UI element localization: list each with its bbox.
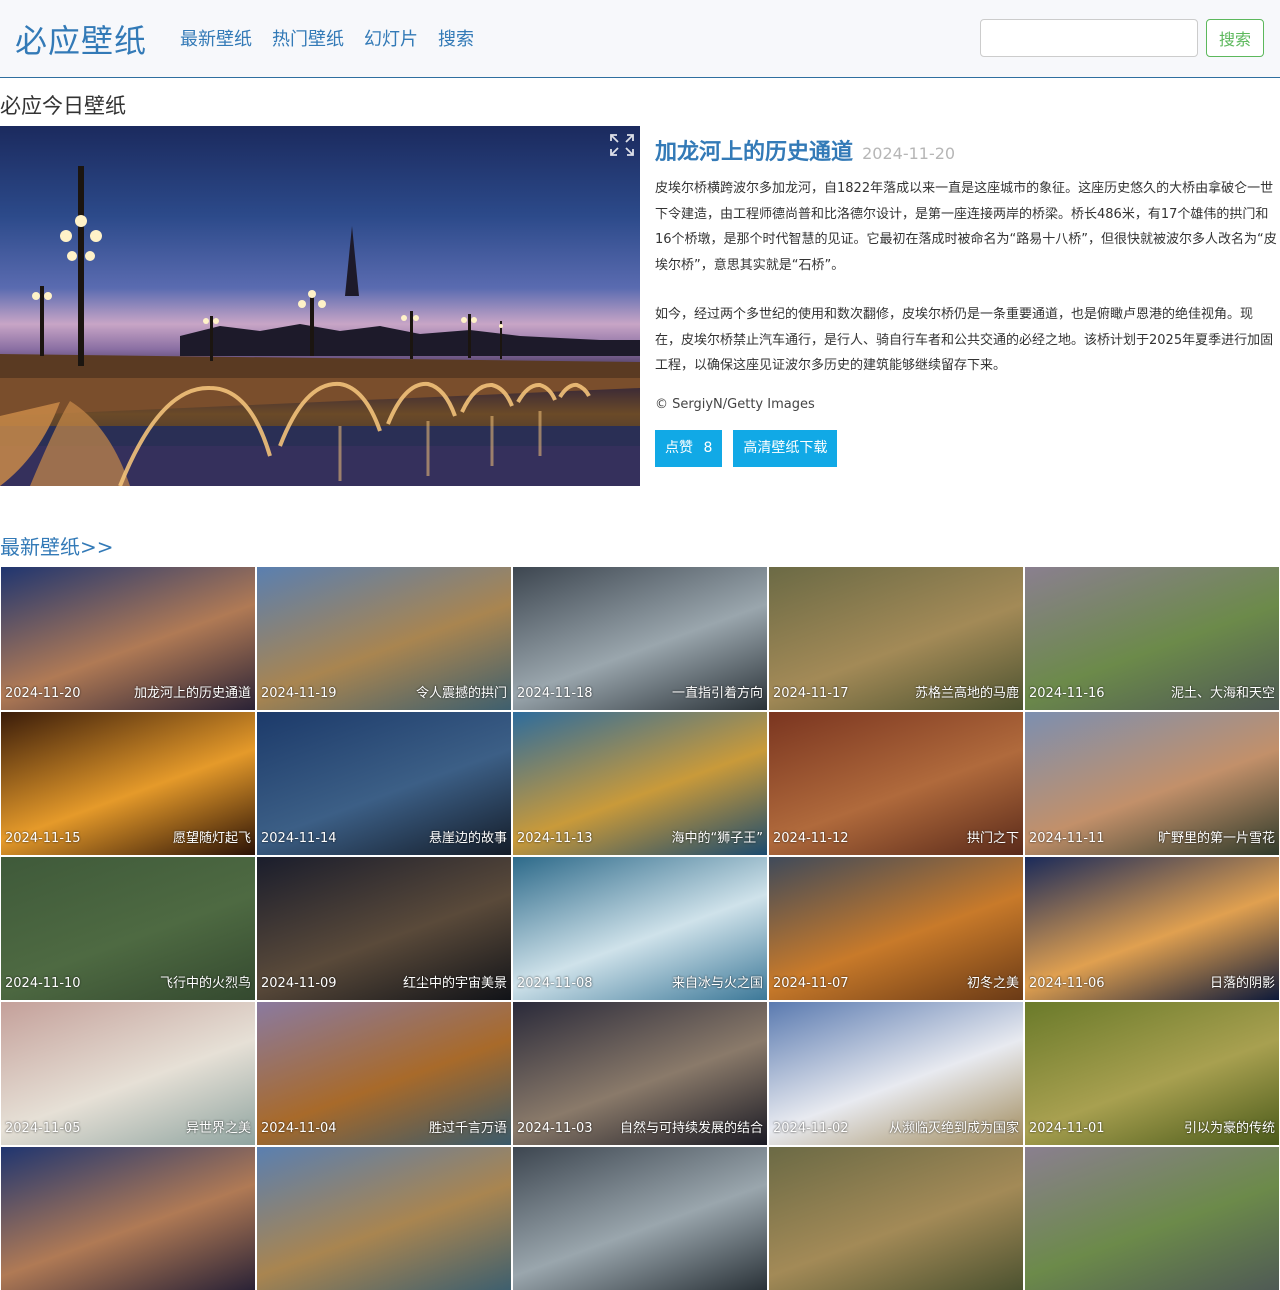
nav-link-popular[interactable]: 热门壁纸	[272, 25, 344, 51]
tile-date: 2024-11-14	[261, 831, 337, 846]
tile-date: 2024-11-16	[1029, 686, 1105, 701]
tile-title[interactable]: 海中的“狮子王”	[672, 827, 763, 846]
wallpaper-tile[interactable]	[257, 1147, 511, 1290]
tile-title[interactable]: 一直指引着方向	[672, 682, 763, 701]
brand-logo[interactable]: 必应壁纸	[15, 16, 147, 62]
tile-title[interactable]: 来自冰与火之国	[672, 972, 763, 991]
wallpaper-grid: 2024-11-20 加龙河上的历史通道 2024-11-19 令人震撼的拱门 2024…	[0, 567, 1280, 1290]
hd-download-button[interactable]: 高清壁纸下载	[733, 429, 838, 467]
like-label: 点赞	[665, 439, 693, 456]
feature-heading: 加龙河上的历史通道 2024-11-20	[655, 134, 1277, 166]
tile-title[interactable]: 愿望随灯起飞	[173, 827, 251, 846]
tile-title[interactable]: 初冬之美	[967, 972, 1019, 991]
tile-title[interactable]: 拱门之下	[967, 827, 1019, 846]
today-section-title: 必应今日壁纸	[0, 94, 126, 118]
tile-title[interactable]: 苏格兰高地的马鹿	[915, 682, 1019, 701]
feature-details: 加龙河上的历史通道 2024-11-20 皮埃尔桥横跨波尔多加龙河，自1822年…	[655, 134, 1277, 467]
wallpaper-tile[interactable]: 2024-11-03 自然与可持续发展的结合	[513, 1002, 767, 1145]
tile-date: 2024-11-07	[773, 976, 849, 991]
wallpaper-tile[interactable]: 2024-11-12 拱门之下	[769, 712, 1023, 855]
tile-date: 2024-11-12	[773, 831, 849, 846]
tile-date: 2024-11-01	[1029, 1121, 1105, 1136]
tile-title[interactable]: 令人震撼的拱门	[416, 682, 507, 701]
nav-links: 最新壁纸 热门壁纸 幻灯片 搜索	[180, 25, 474, 51]
hero-bridge-illustration	[0, 166, 640, 486]
wallpaper-tile[interactable]: 2024-11-17 苏格兰高地的马鹿	[769, 567, 1023, 710]
wallpaper-tile[interactable]	[769, 1147, 1023, 1290]
fullscreen-icon[interactable]	[609, 133, 635, 157]
tile-date: 2024-11-09	[261, 976, 337, 991]
latest-wallpapers-link[interactable]: 最新壁纸>>	[0, 531, 114, 560]
like-count: 8	[703, 439, 713, 456]
wallpaper-tile[interactable]: 2024-11-07 初冬之美	[769, 857, 1023, 1000]
wallpaper-tile[interactable]: 2024-11-18 一直指引着方向	[513, 567, 767, 710]
wallpaper-tile[interactable]: 2024-11-04 胜过千言万语	[257, 1002, 511, 1145]
tile-title[interactable]: 飞行中的火烈鸟	[160, 972, 251, 991]
navbar: 必应壁纸 最新壁纸 热门壁纸 幻灯片 搜索 搜索	[0, 0, 1280, 78]
wallpaper-tile[interactable]: 2024-11-01 引以为豪的传统	[1025, 1002, 1279, 1145]
tile-title[interactable]: 加龙河上的历史通道	[134, 682, 251, 701]
wallpaper-tile[interactable]: 2024-11-16 泥土、大海和天空	[1025, 567, 1279, 710]
feature-date: 2024-11-20	[862, 144, 956, 163]
tile-date: 2024-11-05	[5, 1121, 81, 1136]
tile-title[interactable]: 胜过千言万语	[429, 1117, 507, 1136]
tile-date: 2024-11-19	[261, 686, 337, 701]
tile-title[interactable]: 日落的阴影	[1210, 972, 1275, 991]
tile-title[interactable]: 红尘中的宇宙美景	[403, 972, 507, 991]
tile-title[interactable]: 泥土、大海和天空	[1171, 682, 1275, 701]
like-button[interactable]: 点赞 8	[655, 429, 723, 467]
tile-title[interactable]: 悬崖边的故事	[429, 827, 507, 846]
search-button[interactable]: 搜索	[1206, 19, 1264, 57]
wallpaper-tile[interactable]: 2024-11-02 从濒临灭绝到成为国家	[769, 1002, 1023, 1145]
feature-description-2: 如今，经过两个多世纪的使用和数次翻修，皮埃尔桥仍是一条重要通道，也是俯瞰卢恩港的…	[655, 307, 1274, 373]
wallpaper-tile[interactable]: 2024-11-09 红尘中的宇宙美景	[257, 857, 511, 1000]
tile-title[interactable]: 异世界之美	[186, 1117, 251, 1136]
wallpaper-tile[interactable]: 2024-11-06 日落的阴影	[1025, 857, 1279, 1000]
tile-date: 2024-11-15	[5, 831, 81, 846]
tile-title[interactable]: 引以为豪的传统	[1184, 1117, 1275, 1136]
tile-date: 2024-11-13	[517, 831, 593, 846]
tile-date: 2024-11-10	[5, 976, 81, 991]
wallpaper-tile[interactable]: 2024-11-11 旷野里的第一片雪花	[1025, 712, 1279, 855]
tile-title[interactable]: 旷野里的第一片雪花	[1158, 827, 1275, 846]
tile-title[interactable]: 从濒临灭绝到成为国家	[889, 1117, 1019, 1136]
tile-date: 2024-11-20	[5, 686, 81, 701]
search-input[interactable]	[980, 19, 1198, 57]
feature-title[interactable]: 加龙河上的历史通道	[655, 140, 853, 165]
nav-link-search[interactable]: 搜索	[438, 25, 474, 51]
tile-date: 2024-11-03	[517, 1121, 593, 1136]
wallpaper-tile[interactable]	[513, 1147, 767, 1290]
wallpaper-tile[interactable]: 2024-11-14 悬崖边的故事	[257, 712, 511, 855]
nav-link-slideshow[interactable]: 幻灯片	[364, 25, 418, 51]
nav-link-latest[interactable]: 最新壁纸	[180, 25, 252, 51]
tile-date: 2024-11-04	[261, 1121, 337, 1136]
wallpaper-tile[interactable]: 2024-11-10 飞行中的火烈鸟	[1, 857, 255, 1000]
wallpaper-tile[interactable]	[1025, 1147, 1279, 1290]
wallpaper-tile[interactable]: 2024-11-05 异世界之美	[1, 1002, 255, 1145]
wallpaper-tile[interactable]: 2024-11-20 加龙河上的历史通道	[1, 567, 255, 710]
tile-date: 2024-11-11	[1029, 831, 1105, 846]
hero-wallpaper-image[interactable]	[0, 126, 640, 486]
tile-title[interactable]: 自然与可持续发展的结合	[620, 1117, 763, 1136]
feature-copyright: © SergiyN/Getty Images	[655, 396, 815, 412]
feature-description-1: 皮埃尔桥横跨波尔多加龙河，自1822年落成以来一直是这座城市的象征。这座历史悠久…	[655, 181, 1277, 273]
tile-date: 2024-11-06	[1029, 976, 1105, 991]
tile-date: 2024-11-18	[517, 686, 593, 701]
feature-actions: 点赞 8 高清壁纸下载	[655, 429, 1277, 467]
wallpaper-tile[interactable]: 2024-11-08 来自冰与火之国	[513, 857, 767, 1000]
wallpaper-tile[interactable]: 2024-11-13 海中的“狮子王”	[513, 712, 767, 855]
wallpaper-tile[interactable]	[1, 1147, 255, 1290]
tile-date: 2024-11-02	[773, 1121, 849, 1136]
tile-date: 2024-11-08	[517, 976, 593, 991]
wallpaper-tile[interactable]: 2024-11-19 令人震撼的拱门	[257, 567, 511, 710]
tile-date: 2024-11-17	[773, 686, 849, 701]
wallpaper-tile[interactable]: 2024-11-15 愿望随灯起飞	[1, 712, 255, 855]
